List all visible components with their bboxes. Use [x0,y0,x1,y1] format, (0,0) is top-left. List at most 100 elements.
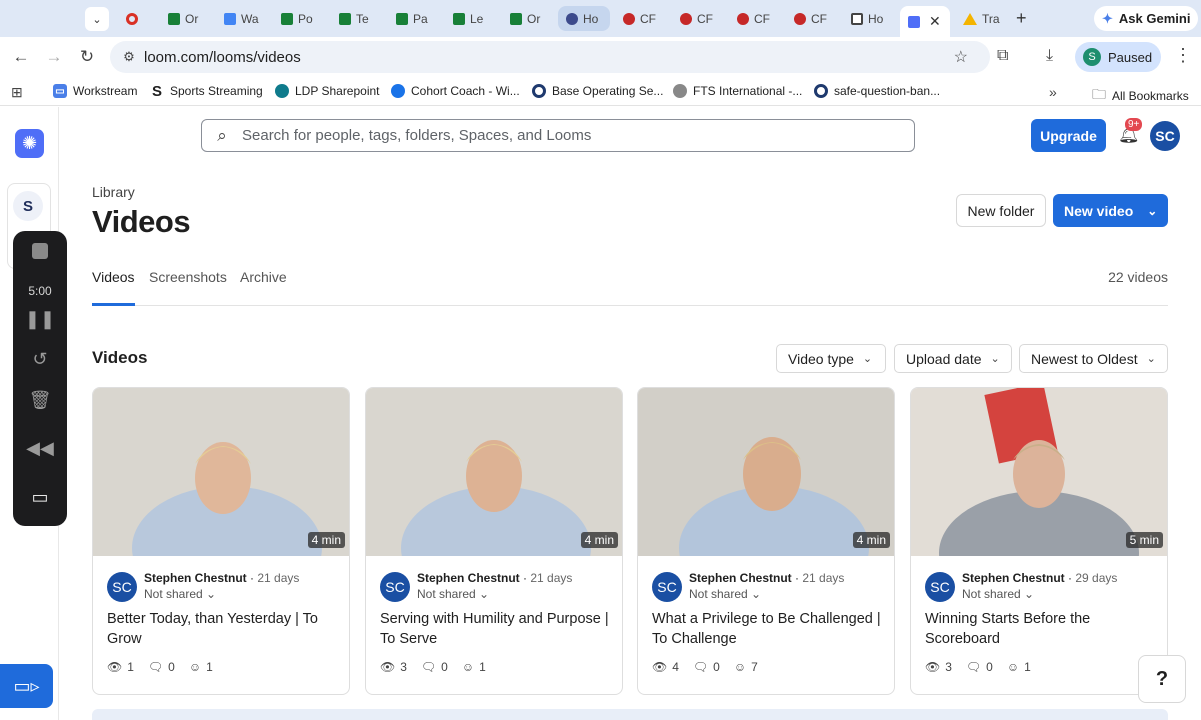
loom-logo-icon[interactable]: ✺ [15,129,44,158]
video-title[interactable]: What a Privilege to Be Challenged | To C… [652,609,884,649]
bookmark-item[interactable]: ▭ Workstream [53,84,137,98]
download-icon[interactable]: ⤓ [1046,47,1053,65]
video-card[interactable]: 4 min SC Stephen Chestnut · 21 days Not … [637,387,895,695]
page-title: Videos [92,204,191,239]
browser-tab[interactable]: Or [160,6,212,31]
eye-icon: 👁︎ [652,660,668,674]
browser-tab[interactable]: Le [445,6,497,31]
new-tab-plus-icon[interactable]: + [1016,8,1027,29]
bookmark-item[interactable]: safe-question-ban... [814,84,940,98]
drive-icon [963,12,977,25]
search-input[interactable]: ⌕ Search for people, tags, folders, Spac… [201,119,915,152]
browser-tab[interactable]: Or [502,6,554,31]
tab-archive[interactable]: Archive [240,269,287,306]
record-video-camera-icon[interactable]: ▭▹ [0,664,53,708]
all-bookmarks-button[interactable]: 🗀 All Bookmarks [1092,84,1189,108]
chevron-down-icon: ⌄ [206,587,217,601]
user-avatar[interactable]: SC [1150,121,1180,151]
paw-icon [737,12,749,25]
reload-icon[interactable]: ↻ [77,47,97,67]
share-status-dropdown[interactable]: Not shared ⌄ [689,587,761,601]
share-status-dropdown[interactable]: Not shared ⌄ [962,587,1034,601]
recorder-control-panel: 5:00 ❚❚ ↺ 🗑 ◀◀ ▭ [13,231,67,526]
smiley-icon: ☺ [188,660,202,674]
upgrade-button[interactable]: Upgrade [1031,119,1106,152]
filter-video-type[interactable]: Video type ⌄ [776,344,886,373]
profile-button[interactable]: S Paused [1075,42,1161,72]
video-stats: 👁︎ 1 🗨︎ 0 ☺ 1 [107,660,213,674]
browser-tab[interactable]: Wa [216,6,268,31]
bookmark-item[interactable]: FTS International -... [673,84,802,98]
tab-search-chevron-icon[interactable]: ⌄ [85,7,109,31]
browser-tab[interactable]: Te [331,6,383,31]
chevron-down-icon: ⌄ [751,587,762,601]
owner-avatar: SC [925,572,955,602]
workstream-icon: ▭ [53,84,67,98]
circle-logo-icon [814,84,828,98]
browser-tab-active[interactable]: ✕ [900,6,950,37]
video-title[interactable]: Better Today, than Yesterday | To Grow [107,609,339,649]
share-status-dropdown[interactable]: Not shared ⌄ [417,587,489,601]
address-bar[interactable]: ⚙ loom.com/looms/videos ☆ [110,41,990,73]
browser-tab[interactable]: Tra [955,6,1007,31]
streaming-s-icon: S [150,82,164,100]
forward-arrow-icon[interactable]: → [44,47,64,67]
browser-tab[interactable]: Pa [388,6,440,31]
thumbnail-image [911,388,1167,556]
bookmark-item[interactable]: S Sports Streaming [150,82,263,100]
sheets-icon [510,12,522,25]
video-thumbnail[interactable]: 4 min [93,388,349,556]
browser-tab[interactable]: Po [273,6,325,31]
bookmark-item[interactable]: Cohort Coach - Wi... [391,84,520,98]
workspace-avatar[interactable]: S [13,191,43,221]
browser-toolbar: ← → ↻ ⚙ loom.com/looms/videos ☆ ⧉ ⤓ S Pa… [0,37,1201,77]
video-thumbnail[interactable]: 4 min [366,388,622,556]
url-text[interactable]: loom.com/looms/videos [144,49,301,66]
video-title[interactable]: Winning Starts Before the Scoreboard [925,609,1157,649]
help-button[interactable]: ? [1138,655,1186,703]
new-folder-button[interactable]: New folder [956,194,1046,227]
video-thumbnail[interactable]: 4 min [638,388,894,556]
browser-tab[interactable]: CF [786,6,838,31]
tab-videos[interactable]: Videos [92,269,135,306]
chevron-down-icon: ⌄ [1024,587,1035,601]
browser-tab[interactable]: CF [729,6,781,31]
restart-icon[interactable]: ↺ [13,349,67,370]
video-card[interactable]: 4 min SC Stephen Chestnut · 21 days Not … [92,387,350,695]
sort-dropdown[interactable]: Newest to Oldest ⌄ [1019,344,1168,373]
browser-tab[interactable]: Ho [843,6,895,31]
video-card[interactable]: 4 min SC Stephen Chestnut · 21 days Not … [365,387,623,695]
bookmark-item[interactable]: LDP Sharepoint [275,84,380,98]
camera-icon[interactable]: ▭ [13,487,67,508]
filter-upload-date[interactable]: Upload date ⌄ [894,344,1012,373]
comment-icon: 🗨︎ [965,660,982,674]
rewind-icon[interactable]: ◀◀ [13,438,67,459]
menu-kebab-icon[interactable]: ⋮ [1174,45,1192,66]
tab-screenshots[interactable]: Screenshots [149,269,227,306]
apps-grid-icon[interactable]: ⊞ [11,84,23,101]
back-arrow-icon[interactable]: ← [11,47,31,67]
eye-icon: 👁︎ [107,660,123,674]
site-settings-icon[interactable]: ⚙ [114,49,144,65]
video-title[interactable]: Serving with Humility and Purpose | To S… [380,609,612,649]
bookmark-star-icon[interactable]: ☆ [954,47,968,67]
close-icon[interactable]: ✕ [929,13,941,30]
browser-tab[interactable]: CF [672,6,724,31]
video-thumbnail[interactable]: 5 min [911,388,1167,556]
bookmark-item[interactable]: Base Operating Se... [532,84,663,98]
ask-gemini-button[interactable]: ✦ Ask Gemini [1094,6,1198,31]
sharepoint-icon [275,84,289,98]
browser-tab[interactable]: Ho [558,6,610,31]
extensions-icon[interactable]: ⧉ [997,47,1008,65]
trash-icon[interactable]: 🗑 [13,390,67,411]
pause-icon[interactable]: ❚❚ [13,309,67,330]
breadcrumb[interactable]: Library [92,184,135,200]
more-bookmarks-chevron-icon[interactable]: » [1049,84,1057,100]
new-video-button[interactable]: New video ⌄ [1053,194,1168,227]
share-status-dropdown[interactable]: Not shared ⌄ [144,587,216,601]
video-card[interactable]: 5 min SC Stephen Chestnut · 29 days Not … [910,387,1168,695]
browser-tab[interactable]: CF [615,6,667,31]
stop-icon[interactable] [13,243,67,264]
owner-line: Stephen Chestnut · 21 days [417,571,573,585]
chevron-down-icon: ⌄ [862,353,873,365]
